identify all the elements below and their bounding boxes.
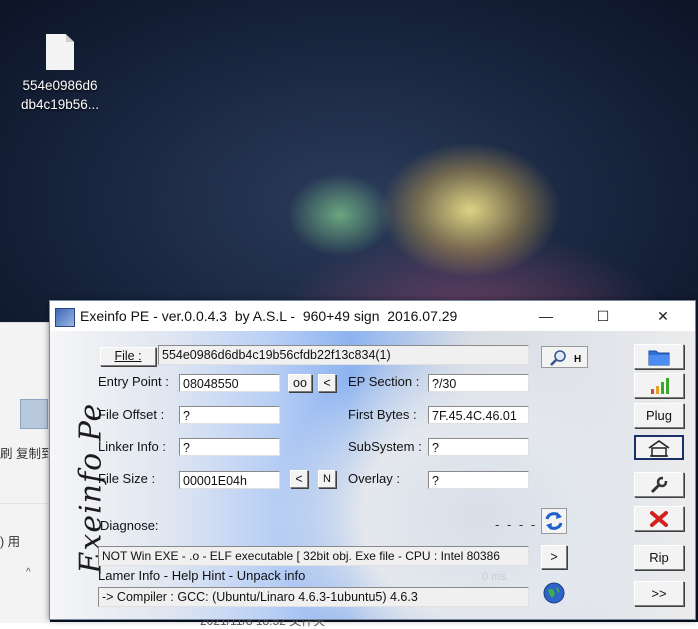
wrench-icon <box>650 476 668 494</box>
first-bytes-field[interactable]: 7F.45.4C.46.01 <box>428 406 529 424</box>
oo-button[interactable]: oo <box>288 374 312 392</box>
desktop-file-shortcut[interactable]: 554e0986d6 db4c19b56... <box>12 34 108 114</box>
compiler-field[interactable]: -> Compiler : GCC: (Ubuntu/Linaro 4.6.3-… <box>98 587 529 607</box>
subsystem-label: SubSystem : <box>348 439 422 454</box>
maximize-button[interactable]: ☐ <box>580 301 626 331</box>
exeinfo-window: Exeinfo PE - ver.0.0.4.3 by A.S.L - 960+… <box>49 300 696 620</box>
open-folder-button[interactable] <box>634 344 684 369</box>
exit-button[interactable] <box>634 506 684 531</box>
desktop-icon-label-line2: db4c19b56... <box>20 97 100 112</box>
web-button[interactable] <box>541 581 567 607</box>
overlay-field[interactable]: ? <box>428 471 529 489</box>
chevron-up-icon[interactable]: ^ <box>26 567 31 578</box>
refresh-icon <box>545 512 563 530</box>
subsystem-field[interactable]: ? <box>428 438 529 456</box>
entry-point-label: Entry Point : <box>98 374 169 389</box>
overlay-label: Overlay : <box>348 471 401 486</box>
plug-button[interactable]: Plug <box>634 403 684 428</box>
file-size-field[interactable]: 00001E04h <box>179 471 280 489</box>
home-button[interactable] <box>634 435 684 460</box>
minimize-button[interactable]: — <box>523 301 569 331</box>
ep-section-label: EP Section : <box>348 374 420 389</box>
folder-icon <box>648 350 670 366</box>
window-titlebar[interactable]: Exeinfo PE - ver.0.0.4.3 by A.S.L - 960+… <box>50 301 695 331</box>
signal-button[interactable] <box>634 373 684 398</box>
app-icon <box>55 308 75 327</box>
home-icon <box>648 440 670 457</box>
desktop-icon-label-line1: 554e0986d6 <box>22 78 98 93</box>
tools-button[interactable] <box>634 472 684 497</box>
file-icon <box>46 34 74 70</box>
file-button[interactable]: File : <box>100 347 156 366</box>
diagnose-more-button[interactable]: > <box>541 545 567 569</box>
red-x-icon <box>650 511 668 527</box>
ep-back-button[interactable]: < <box>318 374 336 392</box>
scan-time-text: 0 ms. <box>482 571 509 583</box>
copy-to-icon[interactable] <box>20 399 48 429</box>
diagnose-result-field[interactable]: NOT Win EXE - .o - ELF executable [ 32bi… <box>98 546 529 566</box>
ep-section-field[interactable]: ?/30 <box>428 374 529 392</box>
file-size-label: File Size : <box>98 471 156 486</box>
diagnose-dashes: - - - - <box>495 517 538 532</box>
file-offset-field[interactable]: ? <box>179 406 280 424</box>
explorer-divider <box>0 503 50 504</box>
window-content: Exeinfo Pe File : 554e0986d6db4c19b56cfd… <box>50 331 695 619</box>
refresh-button[interactable] <box>541 508 567 534</box>
search-h-label: H <box>574 354 581 365</box>
magnifier-icon: H <box>550 350 581 366</box>
explorer-nav-text[interactable]: ) 用 <box>0 531 20 550</box>
entry-point-field[interactable]: 08048550 <box>179 374 280 392</box>
file-explorer-window-fragment: 刷 复制到 ) 用 ^ <box>0 322 54 623</box>
file-offset-label: File Offset : <box>98 407 165 422</box>
signal-bars-icon <box>651 378 669 394</box>
file-path-field[interactable]: 554e0986d6db4c19b56cfdb22f13c834(1) <box>158 345 529 365</box>
linker-info-field[interactable]: ? <box>179 438 280 456</box>
linker-info-label: Linker Info : <box>98 439 166 454</box>
globe-icon <box>543 582 565 604</box>
lamer-info-link[interactable]: Lamer Info - Help Hint - Unpack info <box>98 568 305 583</box>
next-button[interactable]: >> <box>634 581 684 606</box>
size-back-button[interactable]: < <box>290 470 308 488</box>
n-button[interactable]: N <box>318 470 336 488</box>
search-button[interactable]: H <box>541 346 588 368</box>
rip-button[interactable]: Rip <box>634 545 684 570</box>
close-button[interactable]: ✕ <box>640 301 686 331</box>
file-button-label: File : <box>114 349 142 363</box>
first-bytes-label: First Bytes : <box>348 407 417 422</box>
explorer-toolbar-text: 刷 复制到 <box>0 447 54 461</box>
diagnose-label: Diagnose: <box>100 518 159 533</box>
window-title: Exeinfo PE - ver.0.0.4.3 by A.S.L - 960+… <box>80 308 458 324</box>
